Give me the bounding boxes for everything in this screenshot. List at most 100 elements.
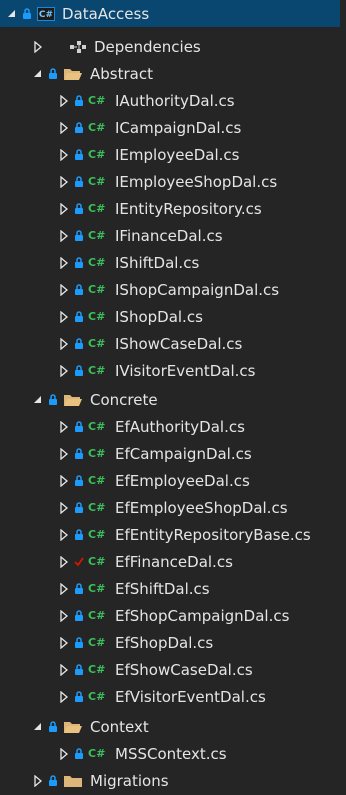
lock-icon [74, 94, 84, 107]
expanded-arrow-icon[interactable] [32, 394, 44, 406]
tree-row-folder-abstract[interactable]: Abstract [0, 60, 340, 87]
lock-icon [74, 663, 84, 676]
file-name: EfEmployeeDal.cs [115, 471, 250, 490]
tree-row-file[interactable]: C# EfEntityRepositoryBase.cs [0, 521, 340, 548]
csharp-file-icon: C# [88, 120, 106, 134]
tree-row-file[interactable]: C# IEmployeeShopDal.cs [0, 168, 340, 195]
expanded-arrow-icon[interactable] [32, 721, 44, 733]
file-name: ICampaignDal.cs [115, 118, 242, 137]
csharp-project-icon: C# [37, 6, 55, 21]
lock-icon [74, 148, 84, 161]
lock-icon [48, 774, 58, 787]
lock-icon [74, 582, 84, 595]
folder-closed-icon [63, 774, 83, 788]
collapsed-arrow-icon[interactable] [58, 474, 70, 487]
csharp-file-icon: C# [88, 581, 106, 595]
collapsed-arrow-icon[interactable] [58, 663, 70, 676]
csharp-file-icon: C# [88, 662, 106, 676]
tree-row-folder-context[interactable]: Context [0, 713, 340, 740]
folder-label: Context [90, 717, 149, 736]
csharp-file-icon: C# [88, 473, 106, 487]
csharp-file-icon: C# [88, 500, 106, 514]
collapsed-arrow-icon[interactable] [58, 555, 70, 568]
tree-row-folder-migrations[interactable]: Migrations [0, 767, 340, 794]
folder-label: Migrations [90, 771, 169, 790]
lock-icon [74, 175, 84, 188]
collapsed-arrow-icon[interactable] [58, 364, 70, 377]
collapsed-arrow-icon[interactable] [58, 283, 70, 296]
tree-row-file[interactable]: C# IEmployeeDal.cs [0, 141, 340, 168]
file-name: EfFinanceDal.cs [115, 552, 233, 571]
tree-row-file[interactable]: C# IShiftDal.cs [0, 249, 340, 276]
file-name: EfShiftDal.cs [115, 579, 210, 598]
collapsed-arrow-icon[interactable] [58, 690, 70, 703]
tree-row-file[interactable]: C# IVisitorEventDal.cs [0, 357, 340, 384]
folder-open-icon [63, 67, 83, 81]
csharp-file-icon: C# [88, 228, 106, 242]
collapsed-arrow-icon[interactable] [58, 256, 70, 269]
tree-row-file[interactable]: C# EfVisitorEventDal.cs [0, 683, 340, 710]
expanded-arrow-icon[interactable] [32, 68, 44, 80]
tree-row-dependencies[interactable]: Dependencies [0, 33, 340, 60]
file-name: MSSContext.cs [115, 744, 227, 763]
lock-icon [22, 7, 32, 20]
tree-row-file[interactable]: C# MSSContext.cs [0, 740, 340, 767]
tree-row-folder-concrete[interactable]: Concrete [0, 386, 340, 413]
collapsed-arrow-icon[interactable] [32, 40, 44, 53]
file-name: IShopDal.cs [115, 307, 203, 326]
collapsed-arrow-icon[interactable] [58, 609, 70, 622]
collapsed-arrow-icon[interactable] [58, 148, 70, 161]
collapsed-arrow-icon[interactable] [58, 582, 70, 595]
file-name: IEntityRepository.cs [115, 199, 262, 218]
tree-row-file[interactable]: C# EfShowCaseDal.cs [0, 656, 340, 683]
file-name: EfShopDal.cs [115, 633, 214, 652]
tree-row-file[interactable]: C# IEntityRepository.cs [0, 195, 340, 222]
collapsed-arrow-icon[interactable] [32, 774, 44, 787]
file-name: EfShopCampaignDal.cs [115, 606, 290, 625]
csharp-file-icon: C# [88, 363, 106, 377]
collapsed-arrow-icon[interactable] [58, 229, 70, 242]
tree-row-file[interactable]: C# IFinanceDal.cs [0, 222, 340, 249]
tree-row-file[interactable]: C# EfAuthorityDal.cs [0, 413, 340, 440]
file-name: IAuthorityDal.cs [115, 91, 235, 110]
csharp-file-icon: C# [88, 309, 106, 323]
csharp-file-icon: C# [88, 635, 106, 649]
collapsed-arrow-icon[interactable] [58, 94, 70, 107]
collapsed-arrow-icon[interactable] [58, 747, 70, 760]
tree-row-file[interactable]: C# IShopCampaignDal.cs [0, 276, 340, 303]
dependencies-label: Dependencies [94, 37, 201, 56]
file-name: EfShowCaseDal.cs [115, 660, 253, 679]
tree-row-file[interactable]: C# EfShopDal.cs [0, 629, 340, 656]
tree-row-file[interactable]: C# EfEmployeeShopDal.cs [0, 494, 340, 521]
tree-row-file[interactable]: C# IShopDal.cs [0, 303, 340, 330]
collapsed-arrow-icon[interactable] [58, 202, 70, 215]
collapsed-arrow-icon[interactable] [58, 337, 70, 350]
file-name: IVisitorEventDal.cs [115, 361, 256, 380]
tree-row-file[interactable]: C# ICampaignDal.cs [0, 114, 340, 141]
expanded-arrow-icon[interactable] [6, 8, 18, 20]
project-name: DataAccess [62, 4, 150, 23]
file-name: IShiftDal.cs [115, 253, 200, 272]
tree-row-file-modified[interactable]: C# EfFinanceDal.cs [0, 548, 340, 575]
tree-row-file[interactable]: C# EfShiftDal.cs [0, 575, 340, 602]
tree-row-file[interactable]: C# EfShopCampaignDal.cs [0, 602, 340, 629]
collapsed-arrow-icon[interactable] [58, 528, 70, 541]
tree-row-project[interactable]: C# DataAccess [0, 0, 340, 27]
collapsed-arrow-icon[interactable] [58, 310, 70, 323]
csharp-file-icon: C# [88, 419, 106, 433]
collapsed-arrow-icon[interactable] [58, 501, 70, 514]
tree-row-file[interactable]: C# IShowCaseDal.cs [0, 330, 340, 357]
file-name: EfCampaignDal.cs [115, 444, 252, 463]
collapsed-arrow-icon[interactable] [58, 636, 70, 649]
csharp-file-icon: C# [88, 282, 106, 296]
tree-row-file[interactable]: C# IAuthorityDal.cs [0, 87, 340, 114]
dependencies-icon [69, 40, 87, 54]
folder-label: Concrete [90, 390, 158, 409]
collapsed-arrow-icon[interactable] [58, 121, 70, 134]
file-name: EfEntityRepositoryBase.cs [115, 525, 311, 544]
collapsed-arrow-icon[interactable] [58, 175, 70, 188]
tree-row-file[interactable]: C# EfEmployeeDal.cs [0, 467, 340, 494]
collapsed-arrow-icon[interactable] [58, 447, 70, 460]
tree-row-file[interactable]: C# EfCampaignDal.cs [0, 440, 340, 467]
collapsed-arrow-icon[interactable] [58, 420, 70, 433]
